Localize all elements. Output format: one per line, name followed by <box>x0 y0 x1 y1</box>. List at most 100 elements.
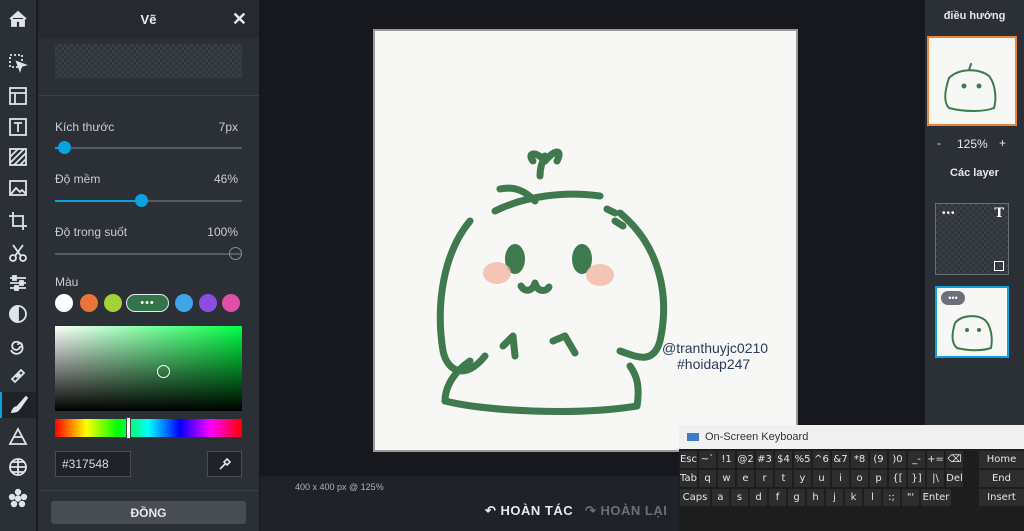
key-10[interactable]: :; <box>883 489 900 506</box>
key-11[interactable]: )0 <box>889 451 906 468</box>
swatch-purple[interactable] <box>199 294 217 312</box>
swatch-blue[interactable] <box>175 294 193 312</box>
key-4[interactable]: r <box>756 470 773 487</box>
key-12[interactable]: Enter <box>921 489 951 506</box>
key-9[interactable]: *8 <box>851 451 868 468</box>
crop-tool-icon[interactable] <box>4 208 32 234</box>
adjust-tool-icon[interactable] <box>4 270 32 296</box>
key-11[interactable]: {[ <box>889 470 906 487</box>
key-8[interactable]: i <box>832 470 849 487</box>
home-icon[interactable] <box>4 6 32 32</box>
color-label: Màu <box>55 275 79 289</box>
key-10[interactable]: p <box>870 470 887 487</box>
undo-button[interactable]: ↶ HOÀN TÁC <box>485 503 573 519</box>
key-4[interactable]: f <box>769 489 786 506</box>
key-0[interactable]: Esc <box>680 451 697 468</box>
swatch-orange[interactable] <box>80 294 98 312</box>
key-1[interactable]: a <box>712 489 729 506</box>
layer-image[interactable]: ••• <box>935 286 1009 358</box>
color-picker-cursor[interactable] <box>157 365 170 378</box>
key-1[interactable]: q <box>699 470 716 487</box>
opacity-slider-handle[interactable] <box>229 247 242 260</box>
eyedropper-button[interactable] <box>207 451 242 477</box>
image-tool-icon[interactable] <box>4 175 32 201</box>
key-2[interactable]: s <box>731 489 748 506</box>
key-0[interactable]: Tab <box>680 470 697 487</box>
liquify-tool-icon[interactable] <box>4 332 32 358</box>
draw-panel: Vẽ ✕ Kích thước 7px Độ mềm 46% Độ trong … <box>38 0 259 531</box>
shape-tool-icon[interactable] <box>4 424 32 450</box>
hue-slider-handle[interactable] <box>126 417 131 439</box>
key-9[interactable]: o <box>851 470 868 487</box>
key-3[interactable]: e <box>737 470 754 487</box>
pattern-tool-icon[interactable] <box>4 454 32 480</box>
text-tool-icon[interactable] <box>4 114 32 140</box>
key-0[interactable]: Caps <box>680 489 710 506</box>
key-3[interactable]: d <box>750 489 767 506</box>
cut-tool-icon[interactable] <box>4 240 32 266</box>
key-3[interactable]: @2 <box>737 451 754 468</box>
key-1[interactable]: ~` <box>699 451 716 468</box>
key-end[interactable]: End <box>979 470 1024 487</box>
swatch-pink[interactable] <box>222 294 240 312</box>
brush-tool-icon[interactable] <box>0 392 36 418</box>
key-9[interactable]: l <box>864 489 881 506</box>
key-6[interactable]: h <box>807 489 824 506</box>
brush-preview[interactable] <box>55 44 242 78</box>
softness-slider-handle[interactable] <box>135 194 149 207</box>
size-slider[interactable] <box>55 141 242 154</box>
filter-tool-icon[interactable] <box>4 301 32 327</box>
close-icon[interactable]: ✕ <box>232 10 247 28</box>
opacity-slider[interactable] <box>55 247 242 260</box>
zoom-out-button[interactable]: - <box>937 136 941 150</box>
done-button[interactable]: ĐỒNG <box>51 501 246 524</box>
key-13[interactable]: += <box>927 451 944 468</box>
select-tool-icon[interactable] <box>4 50 32 76</box>
key-8[interactable]: &7 <box>832 451 849 468</box>
layer-checkbox-icon[interactable] <box>994 261 1004 271</box>
key-14[interactable]: ⌫ <box>946 451 963 468</box>
key-5[interactable]: t <box>775 470 792 487</box>
key-7[interactable]: ^6 <box>813 451 830 468</box>
key-6[interactable]: %5 <box>794 451 811 468</box>
key-12[interactable]: }] <box>908 470 925 487</box>
key-home[interactable]: Home <box>979 451 1024 468</box>
size-slider-handle[interactable] <box>58 141 72 154</box>
key-2[interactable]: !1 <box>718 451 735 468</box>
key-7[interactable]: u <box>813 470 830 487</box>
layout-tool-icon[interactable] <box>4 83 32 109</box>
navigator-thumbnail[interactable] <box>927 36 1017 126</box>
layer-text[interactable]: ••• T <box>935 203 1009 275</box>
current-color-swatch[interactable]: ••• <box>126 294 169 312</box>
hue-slider[interactable] <box>55 417 242 439</box>
drawing-canvas[interactable]: @tranthuyjc0210 #hoidap247 <box>373 29 798 452</box>
zoom-in-button[interactable]: + <box>999 136 1006 150</box>
key-6[interactable]: y <box>794 470 811 487</box>
key-11[interactable]: "' <box>902 489 919 506</box>
redo-button[interactable]: ↷ HOÀN LẠI <box>585 503 667 519</box>
swatch-lime[interactable] <box>104 294 122 312</box>
swatch-white[interactable] <box>55 294 73 312</box>
sticker-tool-icon[interactable] <box>4 485 32 511</box>
softness-slider[interactable] <box>55 194 242 207</box>
key-2[interactable]: w <box>718 470 735 487</box>
more-tools-icon[interactable] <box>4 514 32 531</box>
heal-tool-icon[interactable] <box>4 363 32 389</box>
key-10[interactable]: (9 <box>870 451 887 468</box>
layer-menu-icon[interactable]: ••• <box>942 208 956 219</box>
key-5[interactable]: $4 <box>775 451 792 468</box>
key-8[interactable]: k <box>845 489 862 506</box>
key-4[interactable]: #3 <box>756 451 773 468</box>
color-picker-area[interactable] <box>55 326 242 411</box>
key-14[interactable]: Del <box>946 470 963 487</box>
zoom-control: - 125% + <box>925 136 1024 154</box>
text-layer-icon: T <box>994 206 1004 221</box>
key-insert[interactable]: Insert <box>979 489 1024 506</box>
key-7[interactable]: j <box>826 489 843 506</box>
hex-color-input[interactable] <box>55 451 131 477</box>
key-13[interactable]: |\ <box>927 470 944 487</box>
keyboard-titlebar[interactable]: On-Screen Keyboard <box>679 425 1024 449</box>
key-12[interactable]: _- <box>908 451 925 468</box>
key-5[interactable]: g <box>788 489 805 506</box>
texture-tool-icon[interactable] <box>4 144 32 170</box>
